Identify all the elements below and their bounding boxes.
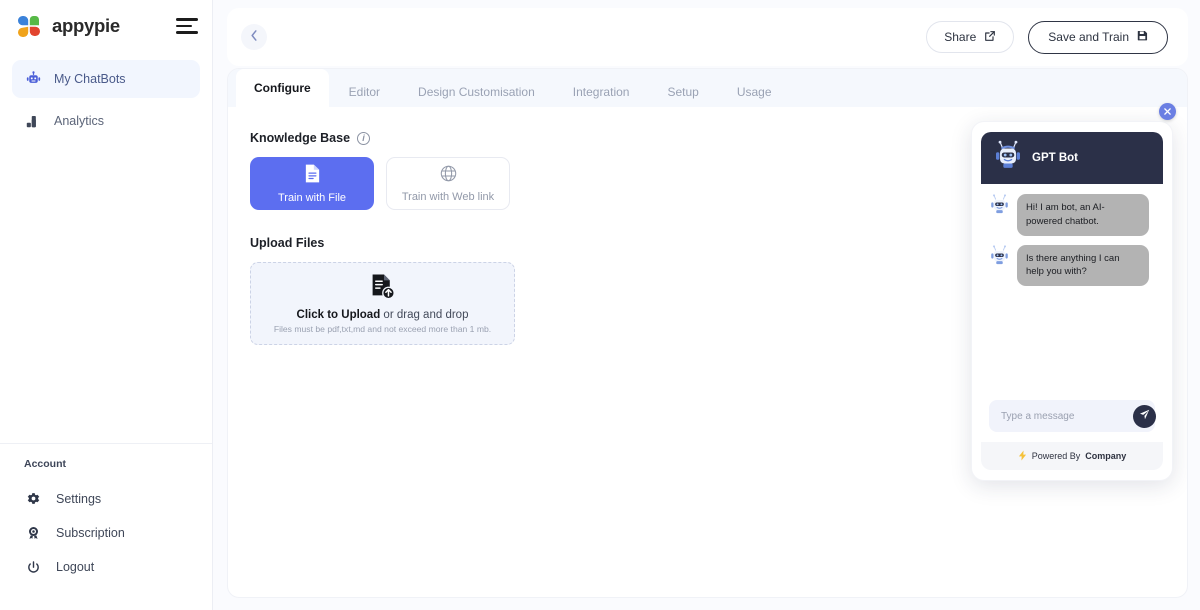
- file-upload-icon: [369, 273, 396, 306]
- app-root: appypie My ChatBots Analytics Account Se…: [0, 0, 1200, 610]
- tab-label: Integration: [572, 85, 630, 99]
- chat-input-area: [981, 392, 1163, 442]
- brand-name: appypie: [52, 15, 120, 36]
- dropzone-cta-strong: Click to Upload: [296, 309, 381, 321]
- robot-avatar-icon: [993, 140, 1023, 177]
- tab-setup[interactable]: Setup: [649, 77, 716, 107]
- sidebar-item-label: My ChatBots: [54, 72, 126, 86]
- sidebar-item-settings[interactable]: Settings: [12, 482, 200, 516]
- dropzone-cta-rest: or drag and drop: [380, 309, 469, 321]
- chat-message: Is there anything I can help you with?: [989, 244, 1155, 287]
- power-icon: [24, 558, 42, 576]
- chat-message-list: Hi! I am bot, an AI-powered chatbot. Is …: [981, 184, 1163, 392]
- robot-avatar-icon: [989, 194, 1010, 221]
- info-icon[interactable]: i: [357, 131, 371, 145]
- sidebar-item-label: Logout: [56, 560, 95, 574]
- account-section-label: Account: [24, 458, 66, 470]
- account-section: Account Settings Subscription Logout: [0, 443, 212, 610]
- chat-input-row: [989, 400, 1156, 432]
- sidebar-item-subscription[interactable]: Subscription: [12, 516, 200, 550]
- chat-widget-container: GPT Bot Hi! I am bot, an AI-powered chat…: [971, 121, 1173, 481]
- sidebar-item-logout[interactable]: Logout: [12, 550, 200, 584]
- main-area: Share Save and Train Configure Editor De…: [213, 0, 1200, 610]
- chat-header: GPT Bot: [981, 132, 1163, 184]
- close-icon[interactable]: [1159, 103, 1176, 120]
- hamburger-icon[interactable]: [176, 18, 198, 34]
- sidebar-item-label: Analytics: [54, 114, 105, 128]
- medal-icon: [24, 524, 42, 542]
- appypie-flower-logo-icon: [16, 13, 42, 39]
- tab-editor[interactable]: Editor: [331, 77, 398, 107]
- save-label: Save and Train: [1048, 30, 1129, 44]
- sidebar-item-analytics[interactable]: Analytics: [12, 102, 200, 140]
- primary-nav: My ChatBots Analytics: [0, 52, 212, 144]
- sidebar: appypie My ChatBots Analytics Account Se…: [0, 0, 213, 610]
- upload-files-label: Upload Files: [250, 236, 325, 250]
- gear-icon: [24, 490, 42, 508]
- sidebar-item-label: Subscription: [56, 526, 125, 540]
- top-bar: Share Save and Train: [227, 8, 1188, 66]
- train-with-file-option[interactable]: Train with File: [250, 157, 374, 210]
- brand-header: appypie: [0, 0, 212, 52]
- tab-design-customisation[interactable]: Design Customisation: [400, 77, 553, 107]
- robot-avatar-icon: [989, 244, 1010, 272]
- chat-widget-preview: GPT Bot Hi! I am bot, an AI-powered chat…: [971, 103, 1176, 481]
- chat-message-bubble: Is there anything I can help you with?: [1017, 244, 1149, 287]
- external-link-icon: [984, 30, 996, 45]
- share-label: Share: [944, 30, 977, 44]
- tab-label: Configure: [254, 81, 311, 95]
- tab-label: Design Customisation: [418, 85, 535, 99]
- chevron-left-icon: [250, 28, 258, 46]
- chat-bot-name: GPT Bot: [1032, 152, 1078, 164]
- lightning-icon: [1018, 450, 1027, 463]
- chat-footer: Powered By Company: [981, 442, 1163, 470]
- sidebar-item-label: Settings: [56, 492, 102, 506]
- chat-message-bubble: Hi! I am bot, an AI-powered chatbot.: [1017, 194, 1149, 236]
- bar-chart-icon: [24, 112, 42, 130]
- chat-footer-prefix: Powered By: [1031, 451, 1081, 461]
- tab-label: Editor: [348, 85, 381, 99]
- chat-footer-brand: Company: [1085, 451, 1127, 461]
- chat-message-input[interactable]: [1001, 410, 1133, 422]
- train-with-web-link-option[interactable]: Train with Web link: [386, 157, 510, 210]
- dropzone-cta: Click to Upload or drag and drop: [297, 309, 469, 321]
- send-button[interactable]: [1133, 404, 1156, 428]
- tab-usage[interactable]: Usage: [719, 77, 790, 107]
- upload-dropzone[interactable]: Click to Upload or drag and drop Files m…: [250, 262, 515, 345]
- tab-label: Setup: [667, 85, 699, 99]
- globe-icon: [439, 164, 458, 186]
- dropzone-hint: Files must be pdf,txt,md and not exceed …: [273, 324, 492, 334]
- save-disk-icon: [1137, 30, 1148, 44]
- send-plane-icon: [1139, 407, 1150, 425]
- tab-label: Usage: [736, 85, 772, 99]
- sidebar-item-my-chatbots[interactable]: My ChatBots: [12, 60, 200, 98]
- document-icon: [303, 163, 322, 187]
- top-actions: Share Save and Train: [926, 20, 1168, 54]
- chat-message: Hi! I am bot, an AI-powered chatbot.: [989, 194, 1155, 236]
- option-label: Train with File: [277, 192, 347, 204]
- tab-configure[interactable]: Configure: [236, 69, 329, 107]
- chat-card: GPT Bot Hi! I am bot, an AI-powered chat…: [981, 132, 1163, 470]
- robot-icon: [24, 70, 42, 88]
- option-label: Train with Web link: [401, 191, 495, 203]
- content-panel: Configure Editor Design Customisation In…: [227, 68, 1188, 598]
- save-and-train-button[interactable]: Save and Train: [1028, 20, 1168, 54]
- tab-integration[interactable]: Integration: [555, 77, 648, 107]
- knowledge-base-label: Knowledge Base: [250, 131, 351, 145]
- tab-bar: Configure Editor Design Customisation In…: [228, 69, 1187, 107]
- panel-body: Knowledge Base i Train with File Train w…: [228, 103, 1187, 597]
- back-button[interactable]: [241, 24, 267, 50]
- share-button[interactable]: Share: [926, 21, 1015, 53]
